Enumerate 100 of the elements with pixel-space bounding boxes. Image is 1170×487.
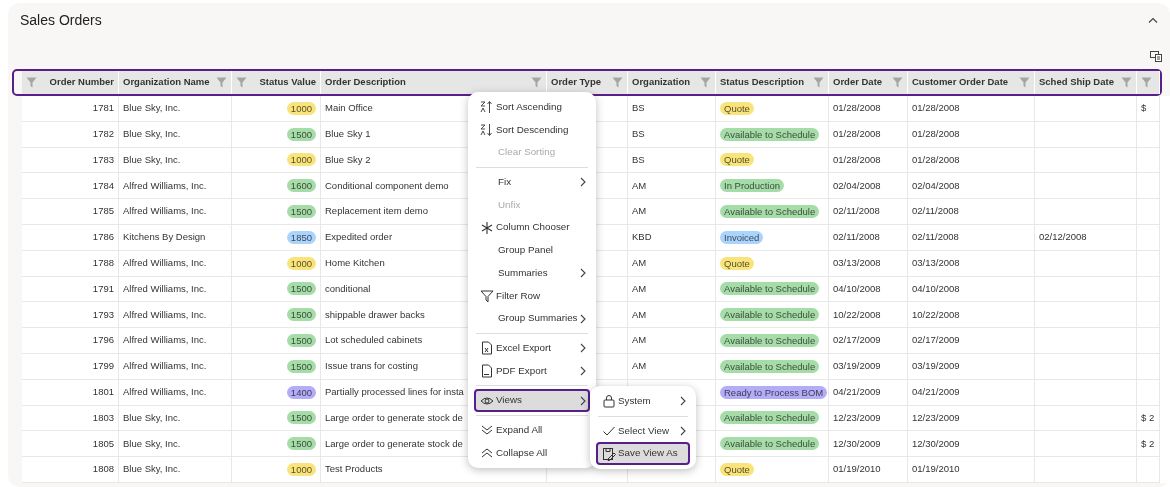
- table-cell: AM: [628, 173, 716, 200]
- table-cell: 02/17/2009: [829, 328, 908, 354]
- lock-icon: [602, 394, 616, 409]
- table-cell: BS: [628, 121, 716, 148]
- table-cell: 03/19/2009: [908, 353, 1035, 380]
- filter-icon[interactable]: [700, 77, 711, 88]
- status-tag: Available to Schedule: [720, 308, 820, 322]
- table-cell: AM: [628, 353, 716, 380]
- table-cell: 1788: [22, 250, 119, 277]
- status-tag: Quote: [720, 101, 754, 115]
- menu-item[interactable]: Save View As: [596, 442, 690, 466]
- table-cell: Blue Sky, Inc.: [119, 405, 232, 432]
- table-cell: AM: [628, 276, 716, 303]
- filter-icon[interactable]: [1121, 77, 1132, 88]
- status-tag: Available to Schedule: [720, 205, 820, 219]
- table-cell: Alfred Williams, Inc.: [119, 276, 232, 303]
- table-cell: 03/19/2009: [829, 353, 908, 380]
- column-chooser-icon[interactable]: [1150, 50, 1162, 62]
- table-cell: 1791: [22, 276, 119, 303]
- status-tag: Quote: [720, 153, 754, 167]
- table-cell: 02/11/2008: [829, 225, 908, 251]
- table-cell: 02/12/2008: [1035, 225, 1137, 251]
- table-cell: $: [1137, 96, 1160, 122]
- status-tag: 1000: [286, 463, 316, 477]
- filter-icon[interactable]: [26, 77, 37, 88]
- status-tag: Available to Schedule: [720, 411, 820, 425]
- table-cell: Blue Sky, Inc.: [119, 121, 232, 148]
- asterisk-icon: [480, 220, 494, 235]
- table-cell: 1782: [22, 121, 119, 148]
- table-cell: 1803: [22, 405, 119, 432]
- table-cell: 12/30/2009: [908, 431, 1035, 458]
- menu-item[interactable]: Select View: [596, 419, 690, 443]
- status-tag: 1500: [286, 411, 316, 425]
- status-tag: Available to Schedule: [720, 282, 820, 296]
- table-cell: Blue Sky, Inc.: [119, 457, 232, 483]
- table-cell: 10/22/2008: [829, 302, 908, 329]
- table-cell: 04/10/2008: [829, 276, 908, 303]
- chevron-right-icon: [580, 395, 586, 406]
- status-tag: Available to Schedule: [720, 359, 820, 373]
- filter-icon[interactable]: [216, 77, 227, 88]
- sort-descending-icon: [480, 123, 494, 138]
- table-cell: Kitchens By Design: [119, 225, 232, 251]
- table-cell: 01/28/2008: [829, 96, 908, 122]
- filter-icon[interactable]: [236, 77, 247, 88]
- filter-icon[interactable]: [1019, 77, 1030, 88]
- status-tag: 1500: [286, 308, 316, 322]
- chevron-right-icon: [680, 396, 686, 407]
- table-cell: Alfred Williams, Inc.: [119, 250, 232, 277]
- table-cell: 01/28/2008: [908, 96, 1035, 122]
- table-cell: $ 2: [1137, 431, 1160, 458]
- status-tag: Ready to Process BOM: [720, 385, 828, 399]
- table-cell: 1801: [22, 379, 119, 406]
- status-tag: 1500: [286, 437, 316, 451]
- filter-icon: [480, 288, 494, 303]
- filter-icon[interactable]: [612, 77, 623, 88]
- table-cell: Alfred Williams, Inc.: [119, 173, 232, 200]
- table-cell: 01/19/2010: [908, 457, 1035, 483]
- table-cell: 01/28/2008: [908, 121, 1035, 148]
- table-cell: 02/11/2008: [908, 225, 1035, 251]
- table-cell: KBD: [628, 225, 716, 251]
- table-cell: 1799: [22, 353, 119, 380]
- table-cell: 02/04/2008: [908, 173, 1035, 200]
- table-cell: 12/23/2009: [908, 405, 1035, 432]
- menu-item[interactable]: Views: [474, 389, 590, 412]
- filter-icon[interactable]: [813, 77, 824, 88]
- panel-title: Sales Orders: [20, 10, 102, 30]
- table-cell: Blue Sky, Inc.: [119, 431, 232, 458]
- table-cell: BS: [628, 147, 716, 174]
- table-cell: 04/21/2009: [829, 379, 908, 406]
- status-tag: In Production: [720, 179, 784, 193]
- table-cell: 02/04/2008: [829, 173, 908, 200]
- status-tag: 1400: [286, 385, 316, 399]
- table-cell: 12/30/2009: [829, 431, 908, 458]
- table-cell: 03/13/2008: [829, 250, 908, 277]
- table-cell: Alfred Williams, Inc.: [119, 302, 232, 329]
- status-tag: 1500: [286, 127, 316, 141]
- table-cell: Alfred Williams, Inc.: [119, 199, 232, 225]
- chevron-right-icon: [580, 268, 586, 279]
- table-cell: 12/23/2009: [829, 405, 908, 432]
- table-cell: 01/28/2008: [829, 121, 908, 148]
- table-cell: 1784: [22, 173, 119, 200]
- chevron-right-icon: [580, 343, 586, 354]
- status-tag: Available to Schedule: [720, 437, 820, 451]
- status-tag: Quote: [720, 463, 754, 477]
- status-tag: 1500: [286, 334, 316, 348]
- table-cell: $ 2: [1137, 405, 1160, 432]
- table-cell: 1781: [22, 96, 119, 122]
- filter-icon[interactable]: [1141, 77, 1152, 88]
- table-cell: 02/11/2008: [829, 199, 908, 225]
- table-cell: 04/21/2009: [908, 379, 1035, 406]
- filter-icon[interactable]: [892, 77, 903, 88]
- status-tag: 1500: [286, 359, 316, 373]
- spreadsheet-file-icon: [480, 341, 494, 356]
- menu-item[interactable]: System: [596, 390, 690, 413]
- table-cell: AM: [628, 302, 716, 329]
- sort-ascending-icon: [480, 100, 494, 115]
- chevron-up-icon[interactable]: [1148, 17, 1158, 23]
- status-tag: Invoiced: [720, 230, 764, 244]
- filter-icon[interactable]: [531, 77, 542, 88]
- status-tag: 1000: [286, 256, 316, 270]
